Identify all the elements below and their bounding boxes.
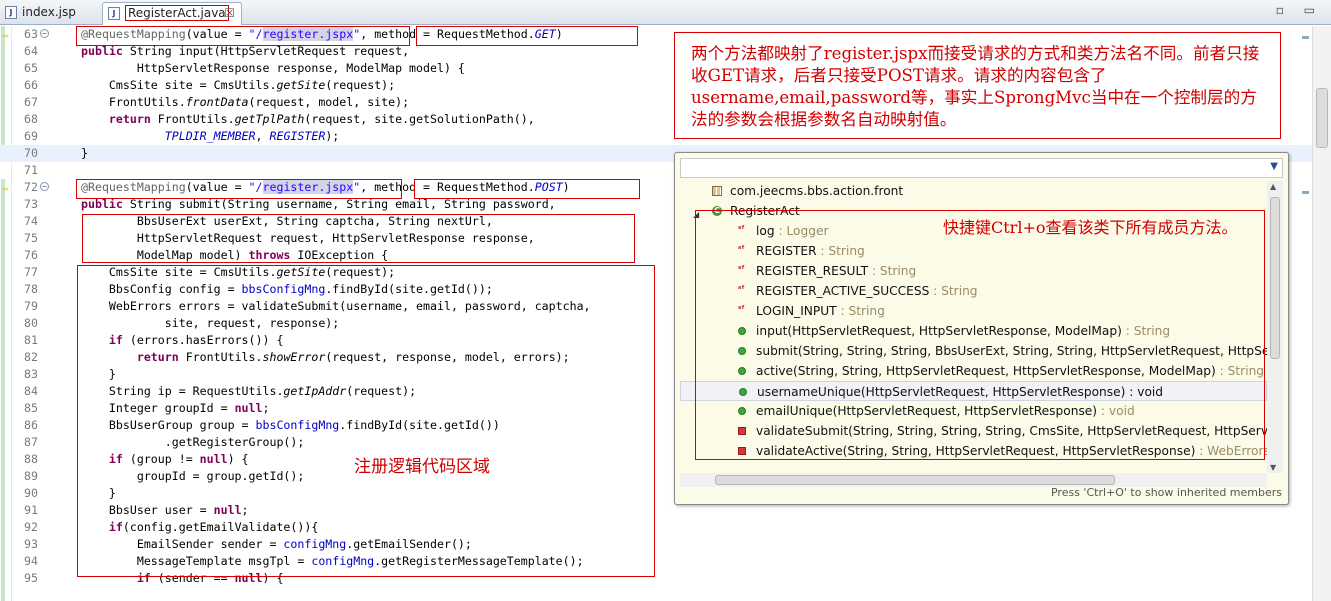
outline-vertical-scrollbar[interactable]: ▲ ▼ — [1267, 181, 1283, 473]
code-text[interactable]: TPLDIR_MEMBER, REGISTER); — [81, 128, 340, 145]
line-number: 74 — [24, 214, 38, 228]
tab-index-jsp[interactable]: J index.jsp — [0, 2, 102, 25]
override-marker-icon: ⇨ — [2, 182, 9, 195]
code-text[interactable]: return FrontUtils.getTplPath(request, si… — [81, 111, 535, 128]
line-number: 77 — [24, 265, 38, 279]
line-number: 92 — [24, 520, 38, 534]
line-number: 68 — [24, 112, 38, 126]
shortcut-note: 快捷键Ctrl+o查看该类下所有成员方法。 — [943, 218, 1238, 237]
annotation-box-params — [82, 214, 635, 263]
line-number: 93 — [24, 537, 38, 551]
line-number: 75 — [24, 231, 38, 245]
scroll-down-icon[interactable]: ▼ — [1270, 463, 1276, 472]
scrollbar-thumb[interactable] — [1270, 197, 1280, 359]
line-number: 86 — [24, 418, 38, 432]
line-number: 65 — [24, 61, 38, 75]
outline-filter-input[interactable]: ▼ — [680, 158, 1283, 178]
fold-toggle-icon[interactable]: − — [40, 182, 49, 191]
quick-outline-popup: ▼ com.jeecms.bbs.action.front ◢ C RegisterA… — [674, 152, 1289, 505]
scrollbar-thumb[interactable] — [715, 475, 1115, 485]
line-number: 84 — [24, 384, 38, 398]
package-icon — [712, 186, 722, 196]
line-number: 79 — [24, 299, 38, 313]
line-number: 80 — [24, 316, 38, 330]
scrollbar-thumb[interactable] — [1316, 88, 1328, 148]
line-number: 63 — [24, 27, 38, 41]
explanation-note: 两个方法都映射了register.jspx而接受请求的方式和类方法名不同。前者只… — [674, 32, 1281, 139]
editor-vertical-scrollbar[interactable] — [1312, 26, 1331, 601]
override-marker-icon: ⇨ — [2, 29, 9, 42]
outline-item[interactable]: com.jeecms.bbs.action.front — [680, 181, 1267, 201]
line-number: 90 — [24, 486, 38, 500]
line-number: 81 — [24, 333, 38, 347]
scroll-up-icon[interactable]: ▲ — [1270, 182, 1276, 191]
tab-label: index.jsp — [22, 5, 76, 19]
annotation-box-post-method — [414, 179, 640, 199]
fold-toggle-icon[interactable]: − — [40, 29, 49, 38]
annotation-box-get-method — [416, 26, 638, 46]
code-text[interactable]: HttpServletResponse response, ModelMap m… — [81, 60, 465, 77]
line-number: 70 — [24, 146, 38, 160]
tab-label: RegisterAct.java — [125, 5, 229, 21]
line-number: 67 — [24, 95, 38, 109]
line-number: 89 — [24, 469, 38, 483]
outline-horizontal-scrollbar[interactable] — [680, 473, 1267, 487]
outline-status-text: Press 'Ctrl+O' to show inherited members — [1050, 486, 1282, 499]
tab-registeract-java[interactable]: J RegisterAct.java ☒ — [102, 2, 242, 25]
line-number: 73 — [24, 197, 38, 211]
java-file-icon: J — [108, 7, 120, 20]
line-number: 78 — [24, 282, 38, 296]
chevron-down-icon[interactable]: ▼ — [1270, 161, 1278, 172]
line-number: 87 — [24, 435, 38, 449]
line-number: 76 — [24, 248, 38, 262]
outline-item-label: com.jeecms.bbs.action.front — [730, 184, 904, 198]
line-number: 83 — [24, 367, 38, 381]
line-number: 69 — [24, 129, 38, 143]
line-number: 71 — [24, 163, 38, 177]
line-number: 88 — [24, 452, 38, 466]
note-text: 两个方法都映射了register.jspx而接受请求的方式和类方法名不同。前者只… — [691, 44, 1260, 129]
annotation-box-post-mapping — [76, 179, 402, 199]
code-text[interactable]: CmsSite site = CmsUtils.getSite(request)… — [81, 77, 395, 94]
line-number: 64 — [24, 44, 38, 58]
annotation-box-get-mapping — [76, 26, 410, 46]
jsp-file-icon: J — [5, 6, 17, 19]
line-number: 85 — [24, 401, 38, 415]
line-number: 66 — [24, 78, 38, 92]
minimize-maximize-controls[interactable]: ▫ ▭ — [1276, 3, 1323, 17]
annotation-box-members — [695, 210, 1265, 460]
line-number: 95 — [24, 571, 38, 585]
code-text[interactable]: FrontUtils.frontData(request, model, sit… — [81, 94, 409, 111]
code-text[interactable]: } — [81, 145, 88, 162]
line-number: 72 — [24, 180, 38, 194]
close-tab-icon[interactable]: ☒ — [224, 3, 235, 24]
register-logic-label: 注册逻辑代码区域 — [354, 457, 490, 477]
line-number: 82 — [24, 350, 38, 364]
overview-ruler — [1300, 26, 1310, 601]
editor-tab-bar: J index.jsp J RegisterAct.java ☒ ▫ ▭ — [0, 0, 1331, 25]
line-number: 94 — [24, 554, 38, 568]
line-number: 91 — [24, 503, 38, 517]
annotation-box-register-logic — [77, 265, 655, 577]
